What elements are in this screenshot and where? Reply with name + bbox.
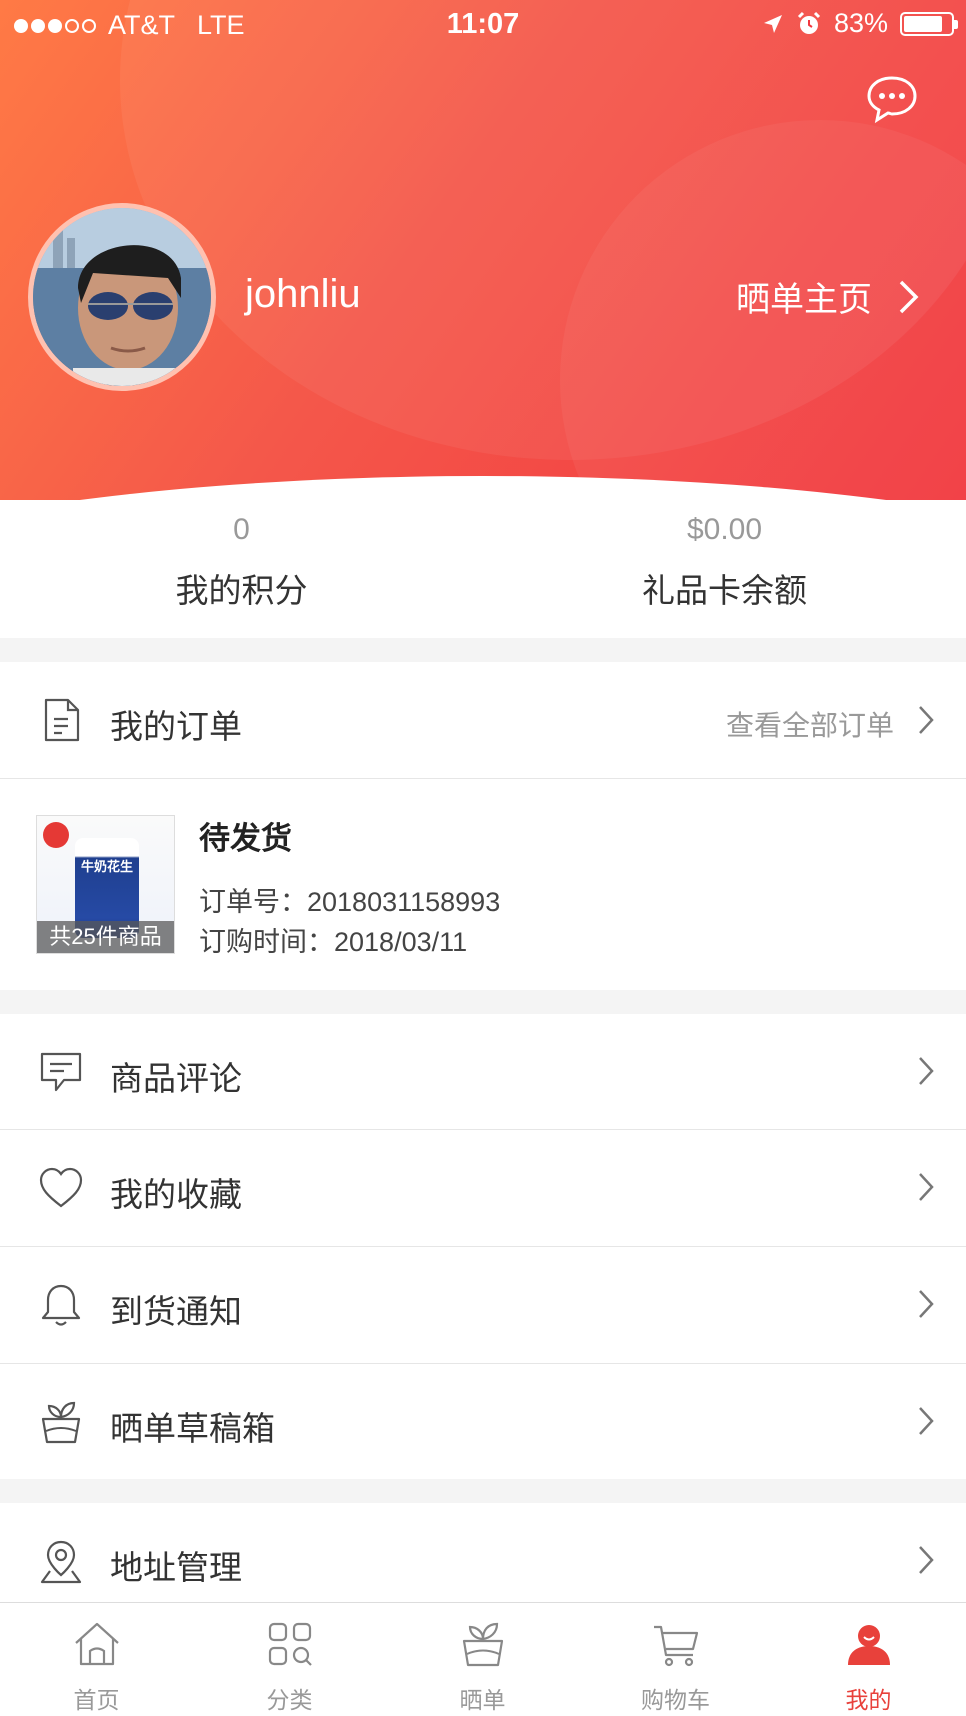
product-can-text: 牛奶花生 <box>80 859 133 874</box>
tab-mine[interactable]: 我的 <box>772 1603 965 1716</box>
chevron-right-icon <box>919 1173 934 1201</box>
plant-pot-icon <box>41 1401 81 1444</box>
section-gap <box>0 1479 966 1503</box>
tab-label-showcase: 晒单 <box>459 1687 506 1713</box>
order-number: 订单号：2018031158993 <box>199 887 501 917</box>
showcase-homepage-link[interactable]: 晒单主页 <box>736 272 920 321</box>
tab-label-cart: 购物车 <box>641 1687 710 1713</box>
menu-item-address[interactable]: 地址管理 <box>0 1503 966 1602</box>
menu-label-arrival-notice: 到货通知 <box>110 1293 242 1330</box>
status-right: 83% <box>762 8 958 39</box>
grid-search-icon <box>268 1622 312 1666</box>
battery-icon <box>900 11 958 36</box>
document-icon <box>44 698 80 742</box>
giftcard-stat[interactable]: $0.00 礼品卡余额 <box>483 508 966 612</box>
avatar[interactable] <box>28 203 216 391</box>
tab-cart[interactable]: 购物车 <box>579 1603 772 1716</box>
divider <box>0 778 966 779</box>
tab-home[interactable]: 首页 <box>0 1603 193 1716</box>
chevron-right-icon <box>919 1057 934 1085</box>
brand-logo-icon <box>43 822 69 848</box>
order-date: 订购时间：2018/03/11 <box>199 927 468 957</box>
chevron-right-icon <box>919 706 934 734</box>
section-gap <box>0 638 966 662</box>
menu-item-favorites[interactable]: 我的收藏 <box>0 1130 966 1246</box>
menu-label-address: 地址管理 <box>110 1549 242 1586</box>
menu-item-drafts[interactable]: 晒单草稿箱 <box>0 1364 966 1479</box>
points-stat[interactable]: 0 我的积分 <box>0 508 483 612</box>
menu-label-favorites: 我的收藏 <box>110 1176 242 1213</box>
shopping-cart-icon <box>654 1625 699 1667</box>
stats-row: 0 我的积分 $0.00 礼品卡余额 <box>0 508 966 638</box>
location-pin-icon <box>40 1540 82 1584</box>
menu-label-reviews: 商品评论 <box>110 1060 242 1097</box>
plant-pot-icon <box>462 1622 504 1667</box>
giftcard-label: 礼品卡余额 <box>642 572 807 609</box>
message-button[interactable] <box>864 70 920 126</box>
bottom-tab-bar: 首页 分类 晒单 购物车 我的 <box>0 1602 966 1716</box>
tab-category[interactable]: 分类 <box>193 1603 386 1716</box>
avatar-photo <box>33 208 211 386</box>
menu-item-arrival-notice[interactable]: 到货通知 <box>0 1247 966 1363</box>
my-orders-row[interactable]: 我的订单 查看全部订单 <box>0 662 966 778</box>
points-label: 我的积分 <box>175 572 308 609</box>
order-item-count: 共25件商品 <box>37 921 174 953</box>
comment-icon <box>40 1052 82 1092</box>
battery-percent: 83% <box>833 8 888 38</box>
latest-order-card[interactable]: 牛奶花生 共25件商品 待发货 订单号：2018031158993 订购时间：2… <box>0 780 966 990</box>
chevron-right-icon <box>919 1407 934 1435</box>
home-icon <box>75 1622 119 1666</box>
status-bar: AT&T LTE 11:07 83% <box>0 0 966 48</box>
tab-showcase[interactable]: 晒单 <box>386 1603 579 1716</box>
chevron-right-icon <box>919 1546 934 1574</box>
heart-icon <box>39 1167 83 1208</box>
chevron-right-icon <box>919 1290 934 1318</box>
showcase-homepage-label: 晒单主页 <box>736 281 872 319</box>
tab-label-mine: 我的 <box>845 1687 892 1713</box>
order-product-thumbnail[interactable]: 牛奶花生 共25件商品 <box>36 815 175 954</box>
tab-label-category: 分类 <box>266 1687 313 1713</box>
user-icon <box>848 1625 890 1665</box>
profile-header: AT&T LTE 11:07 83% johnliu 晒单主页 <box>0 0 966 500</box>
tab-label-home: 首页 <box>73 1687 120 1713</box>
view-all-orders-link[interactable]: 查看全部订单 <box>726 704 894 744</box>
location-arrow-icon <box>763 14 782 33</box>
giftcard-value: $0.00 <box>686 513 763 546</box>
order-status: 待发货 <box>199 821 292 856</box>
menu-label-drafts: 晒单草稿箱 <box>110 1410 275 1447</box>
alarm-icon <box>797 11 821 34</box>
chevron-right-icon <box>899 280 919 313</box>
menu-item-reviews[interactable]: 商品评论 <box>0 1014 966 1129</box>
points-value: 0 <box>233 513 250 546</box>
section-gap <box>0 990 966 1014</box>
chat-bubble-icon <box>867 76 917 124</box>
username: johnliu <box>245 272 361 316</box>
bell-icon <box>41 1284 81 1326</box>
my-orders-title: 我的订单 <box>110 708 242 745</box>
